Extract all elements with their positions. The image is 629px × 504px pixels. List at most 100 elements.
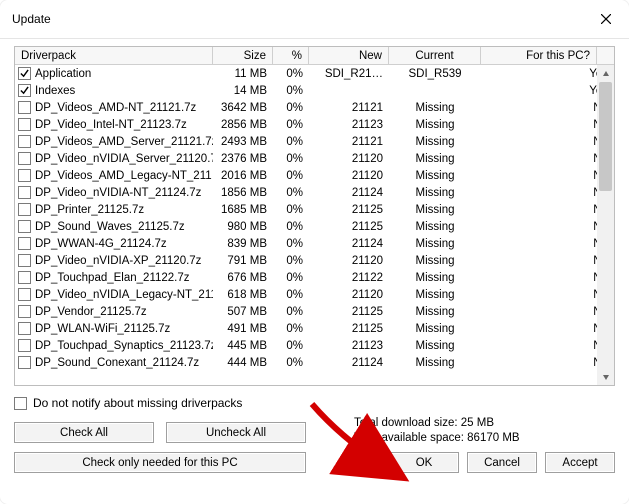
right-buttons: OK Cancel Accept	[389, 452, 615, 473]
table-row[interactable]: DP_Videos_AMD_Server_21121.7z2493 MB0%21…	[15, 133, 614, 150]
row-checkbox[interactable]	[18, 118, 31, 131]
cell-percent: 0%	[273, 119, 309, 131]
cell-percent: 0%	[273, 323, 309, 335]
vertical-scrollbar[interactable]	[597, 65, 614, 385]
row-checkbox[interactable]	[18, 67, 31, 80]
cell-name: DP_Touchpad_Elan_21122.7z	[15, 271, 213, 284]
cell-percent: 0%	[273, 204, 309, 216]
table-body[interactable]: Application11 MB0%SDI_R21…SDI_R539YesInd…	[15, 65, 614, 385]
row-checkbox[interactable]	[18, 305, 31, 318]
table-row[interactable]: DP_Videos_AMD_Legacy-NT_211…2016 MB0%211…	[15, 167, 614, 184]
cell-new: 21121	[309, 102, 389, 114]
row-checkbox[interactable]	[18, 220, 31, 233]
row-checkbox[interactable]	[18, 237, 31, 250]
cell-for-this-pc: Yes	[481, 68, 614, 80]
cell-name: Indexes	[15, 84, 213, 97]
table-row[interactable]: DP_Video_Intel-NT_21123.7z2856 MB0%21123…	[15, 116, 614, 133]
table-row[interactable]: DP_WLAN-WiFi_21125.7z491 MB0%21125Missin…	[15, 320, 614, 337]
check-all-button[interactable]: Check All	[14, 422, 154, 443]
cancel-button[interactable]: Cancel	[467, 452, 537, 473]
table-row[interactable]: DP_Video_nVIDIA-NT_21124.7z1856 MB0%2112…	[15, 184, 614, 201]
row-checkbox[interactable]	[18, 101, 31, 114]
scroll-down-button[interactable]	[597, 368, 614, 385]
cell-percent: 0%	[273, 136, 309, 148]
cell-for-this-pc: No	[481, 255, 614, 267]
row-checkbox[interactable]	[18, 288, 31, 301]
cell-current: Missing	[389, 340, 481, 352]
cell-size: 2493 MB	[213, 136, 273, 148]
cell-size: 3642 MB	[213, 102, 273, 114]
uncheck-all-button[interactable]: Uncheck All	[166, 422, 306, 443]
cell-for-this-pc: No	[481, 102, 614, 114]
table-row[interactable]: DP_Video_nVIDIA-XP_21120.7z791 MB0%21120…	[15, 252, 614, 269]
table-row[interactable]: DP_Touchpad_Synaptics_21123.7z445 MB0%21…	[15, 337, 614, 354]
row-checkbox[interactable]	[18, 254, 31, 267]
table-row[interactable]: DP_Video_nVIDIA_Legacy-NT_211…618 MB0%21…	[15, 286, 614, 303]
table-row[interactable]: Indexes14 MB0%Yes	[15, 82, 614, 99]
cell-name: DP_Videos_AMD_Legacy-NT_211…	[15, 169, 213, 182]
cell-size: 676 MB	[213, 272, 273, 284]
table-row[interactable]: DP_Touchpad_Elan_21122.7z676 MB0%21122Mi…	[15, 269, 614, 286]
table-row[interactable]: DP_Video_nVIDIA_Server_21120.7z2376 MB0%…	[15, 150, 614, 167]
notify-checkbox[interactable]	[14, 397, 27, 410]
notify-row: Do not notify about missing driverpacks	[14, 396, 615, 410]
table-row[interactable]: DP_Sound_Conexant_21124.7z444 MB0%21124M…	[15, 354, 614, 371]
table-row[interactable]: Application11 MB0%SDI_R21…SDI_R539Yes	[15, 65, 614, 82]
col-scroll-gap	[597, 47, 614, 65]
row-checkbox[interactable]	[18, 169, 31, 182]
cell-new: 21124	[309, 187, 389, 199]
accept-button[interactable]: Accept	[545, 452, 615, 473]
cell-name: DP_Videos_AMD_Server_21121.7z	[15, 135, 213, 148]
col-size[interactable]: Size	[213, 47, 273, 65]
ok-button[interactable]: OK	[389, 452, 459, 473]
row-name-label: DP_Video_Intel-NT_21123.7z	[35, 119, 187, 131]
row-name-label: DP_Videos_AMD_Legacy-NT_211…	[35, 170, 213, 182]
row-checkbox[interactable]	[18, 152, 31, 165]
table-row[interactable]: DP_WWAN-4G_21124.7z839 MB0%21124MissingN…	[15, 235, 614, 252]
table-row[interactable]: DP_Vendor_21125.7z507 MB0%21125MissingNo	[15, 303, 614, 320]
scroll-up-button[interactable]	[597, 65, 614, 82]
cell-for-this-pc: No	[481, 119, 614, 131]
row-checkbox[interactable]	[18, 135, 31, 148]
cell-name: DP_Touchpad_Synaptics_21123.7z	[15, 339, 213, 352]
table-row[interactable]: DP_Videos_AMD-NT_21121.7z3642 MB0%21121M…	[15, 99, 614, 116]
col-current[interactable]: Current	[389, 47, 481, 65]
row-name-label: DP_Videos_AMD_Server_21121.7z	[35, 136, 213, 148]
cell-name: DP_WWAN-4G_21124.7z	[15, 237, 213, 250]
col-driverpack[interactable]: Driverpack	[15, 47, 213, 65]
cell-percent: 0%	[273, 85, 309, 97]
cell-percent: 0%	[273, 238, 309, 250]
row-checkbox[interactable]	[18, 186, 31, 199]
row-name-label: DP_WWAN-4G_21124.7z	[35, 238, 167, 250]
row-checkbox[interactable]	[18, 339, 31, 352]
col-new[interactable]: New	[309, 47, 389, 65]
row-checkbox[interactable]	[18, 203, 31, 216]
cell-current: Missing	[389, 119, 481, 131]
cell-new: 21124	[309, 357, 389, 369]
table-row[interactable]: DP_Printer_21125.7z1685 MB0%21125Missing…	[15, 201, 614, 218]
cell-percent: 0%	[273, 221, 309, 233]
scroll-track[interactable]	[597, 82, 614, 368]
only-needed-button[interactable]: Check only needed for this PC	[14, 452, 306, 473]
col-for-this-pc[interactable]: For this PC?	[481, 47, 597, 65]
window-title: Update	[12, 12, 51, 26]
row-checkbox[interactable]	[18, 356, 31, 369]
row-name-label: DP_Videos_AMD-NT_21121.7z	[35, 102, 196, 114]
row-checkbox[interactable]	[18, 271, 31, 284]
row-name-label: Indexes	[35, 85, 75, 97]
cell-size: 491 MB	[213, 323, 273, 335]
cell-current: Missing	[389, 289, 481, 301]
scroll-thumb[interactable]	[599, 82, 612, 191]
cell-percent: 0%	[273, 187, 309, 199]
close-button[interactable]	[583, 4, 629, 34]
cell-new: 21122	[309, 272, 389, 284]
cell-for-this-pc: No	[481, 323, 614, 335]
cell-size: 445 MB	[213, 340, 273, 352]
row-checkbox[interactable]	[18, 84, 31, 97]
cell-name: Application	[15, 67, 213, 80]
cell-current: Missing	[389, 357, 481, 369]
row-checkbox[interactable]	[18, 322, 31, 335]
col-percent[interactable]: %	[273, 47, 309, 65]
table-row[interactable]: DP_Sound_Waves_21125.7z980 MB0%21125Miss…	[15, 218, 614, 235]
cell-size: 980 MB	[213, 221, 273, 233]
